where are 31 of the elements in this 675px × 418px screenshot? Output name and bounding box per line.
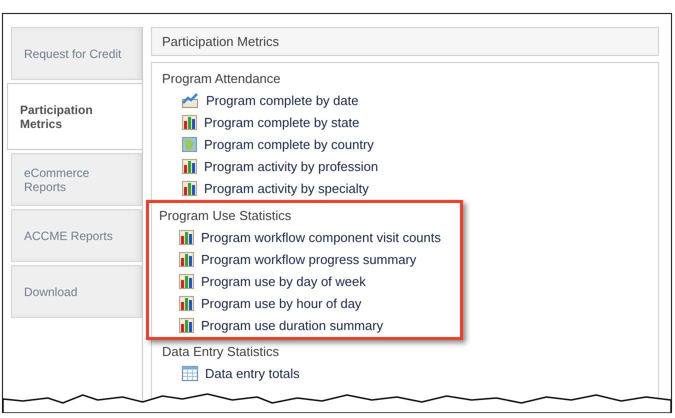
line-chart-icon [182, 92, 199, 108]
report-link[interactable]: Program use by hour of day [159, 292, 362, 314]
bar-chart-icon [179, 252, 194, 266]
bar-chart-icon [182, 158, 197, 174]
bar-chart-icon [179, 318, 194, 332]
bar-chart-icon [179, 230, 194, 244]
bar-chart-icon [182, 180, 197, 196]
report-link[interactable]: Program activity by profession [162, 155, 378, 177]
report-link[interactable]: Program workflow progress summary [159, 248, 416, 270]
bar-chart-icon [182, 114, 197, 130]
report-link[interactable]: Program workflow component visit counts [159, 226, 441, 248]
tab[interactable]: Download [11, 265, 142, 318]
report-link[interactable]: Program complete by state [162, 111, 360, 133]
tab[interactable]: eCommerce Reports [11, 153, 142, 206]
report-link[interactable]: Program use by day of week [159, 270, 366, 292]
report-link[interactable]: Program complete by date [162, 89, 358, 111]
tab[interactable]: Participation Metrics [7, 83, 142, 150]
tab[interactable]: ACCME Reports [11, 209, 142, 262]
section-heading: Program Use Statistics [159, 207, 292, 225]
report-link[interactable]: Program use duration summary [159, 314, 384, 336]
table-icon [182, 366, 198, 380]
section-heading: Data Entry Statistics [162, 343, 280, 361]
report-link[interactable]: Data entry totals [162, 362, 300, 384]
panel-header: Participation Metrics [151, 27, 659, 56]
report-link[interactable]: Program activity by specialty [162, 177, 369, 199]
map-icon [182, 136, 197, 152]
section-heading: Program Attendance [162, 70, 282, 88]
bar-chart-icon [179, 296, 194, 310]
tab[interactable]: Request for Credit [11, 27, 142, 80]
report-link[interactable]: Program complete by country [162, 133, 374, 155]
bar-chart-icon [179, 274, 194, 288]
